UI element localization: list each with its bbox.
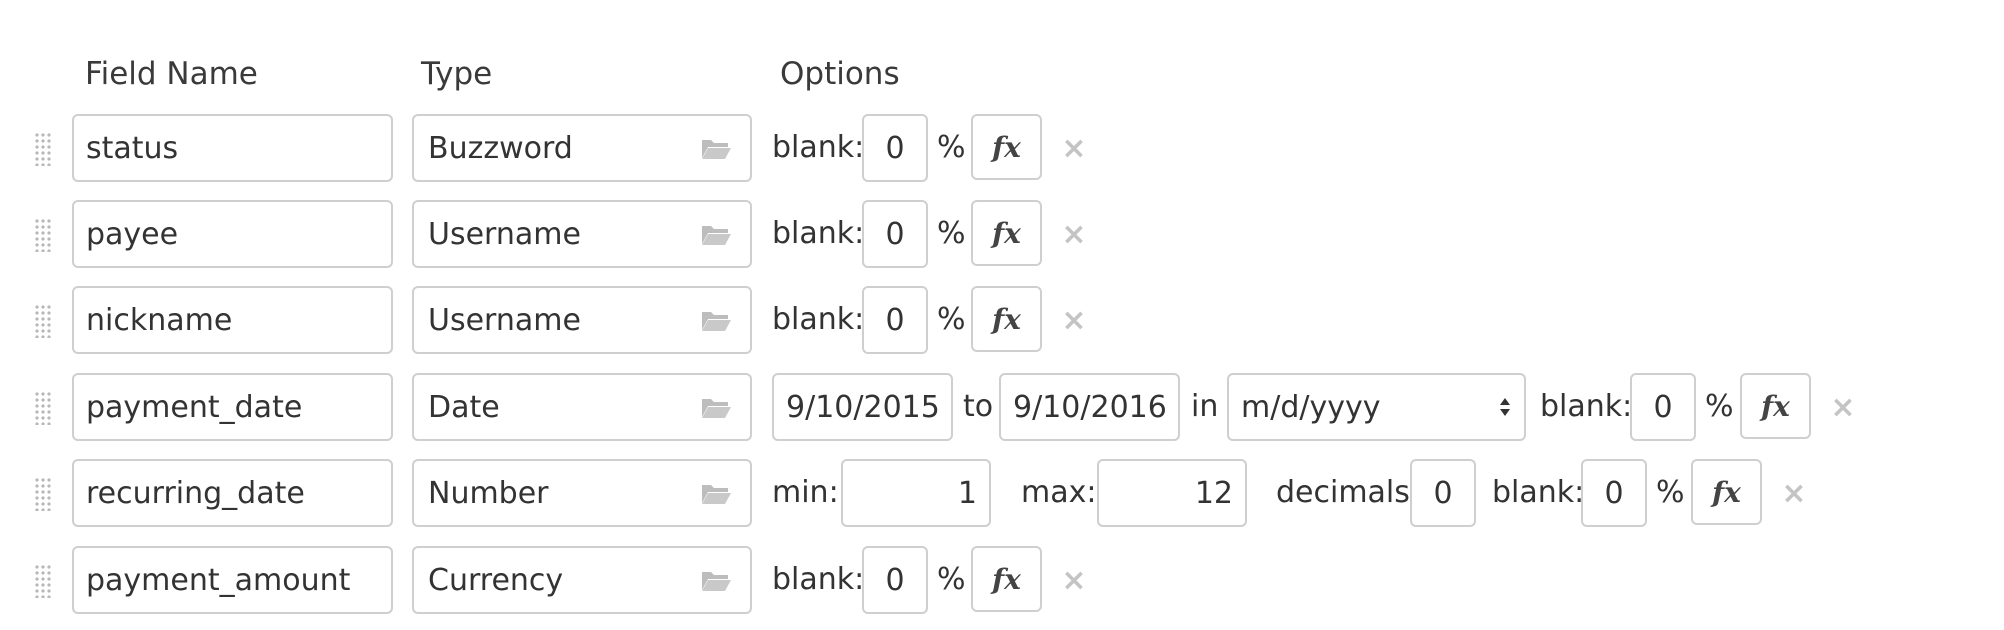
field-row: Date to in m/d/yyyy blank: % fx ×: [0, 373, 2004, 441]
drag-handle-icon[interactable]: [34, 132, 52, 166]
field-name-input[interactable]: [72, 114, 393, 182]
options-header: Options: [780, 56, 900, 92]
formula-button[interactable]: fx: [971, 114, 1042, 180]
blank-label: blank:: [1540, 389, 1633, 424]
close-icon[interactable]: ×: [1059, 303, 1089, 338]
blank-percent-input[interactable]: [862, 200, 928, 268]
folder-open-icon: [702, 399, 731, 418]
type-label: Username: [428, 302, 581, 338]
formula-button[interactable]: fx: [1740, 373, 1811, 439]
in-label: in: [1191, 389, 1219, 424]
type-label: Currency: [428, 562, 564, 598]
type-label: Username: [428, 216, 581, 252]
field-row: Username blank: % fx ×: [0, 200, 2004, 268]
decimals-input[interactable]: [1410, 459, 1476, 527]
field-row: Buzzword blank: % fx ×: [0, 114, 2004, 182]
type-selector[interactable]: Date: [412, 373, 752, 441]
field-name-input[interactable]: [72, 286, 393, 354]
percent-sign: %: [937, 130, 966, 165]
formula-button[interactable]: fx: [971, 200, 1042, 266]
close-icon[interactable]: ×: [1059, 563, 1089, 598]
folder-open-icon: [702, 485, 731, 504]
blank-percent-input[interactable]: [862, 114, 928, 182]
close-icon[interactable]: ×: [1828, 390, 1858, 425]
field-name-input[interactable]: [72, 373, 393, 441]
max-label: max:: [1021, 475, 1097, 510]
formula-button[interactable]: fx: [971, 286, 1042, 352]
decimals-label: decimals:: [1276, 475, 1421, 510]
date-format-value: m/d/yyyy: [1241, 389, 1381, 425]
blank-percent-input[interactable]: [1581, 459, 1647, 527]
blank-label: blank:: [772, 562, 865, 597]
field-name-input[interactable]: [72, 200, 393, 268]
field-name-input[interactable]: [72, 459, 393, 527]
drag-handle-icon[interactable]: [34, 564, 52, 598]
blank-label: blank:: [772, 130, 865, 165]
type-label: Date: [428, 389, 500, 425]
close-icon[interactable]: ×: [1779, 476, 1809, 511]
drag-handle-icon[interactable]: [34, 391, 52, 425]
drag-handle-icon[interactable]: [34, 477, 52, 511]
blank-label: blank:: [772, 302, 865, 337]
percent-sign: %: [937, 216, 966, 251]
max-value-input[interactable]: [1097, 459, 1247, 527]
date-format-select[interactable]: m/d/yyyy: [1227, 373, 1526, 441]
close-icon[interactable]: ×: [1059, 131, 1089, 166]
type-label: Buzzword: [428, 130, 573, 166]
field-name-input[interactable]: [72, 546, 393, 614]
to-date-input[interactable]: [999, 373, 1180, 441]
close-icon[interactable]: ×: [1059, 217, 1089, 252]
folder-open-icon: [702, 140, 731, 159]
type-selector[interactable]: Number: [412, 459, 752, 527]
percent-sign: %: [937, 562, 966, 597]
type-header: Type: [421, 56, 493, 92]
folder-open-icon: [702, 226, 731, 245]
min-label: min:: [772, 475, 839, 510]
blank-percent-input[interactable]: [1630, 373, 1696, 441]
folder-open-icon: [702, 312, 731, 331]
from-date-input[interactable]: [772, 373, 953, 441]
formula-button[interactable]: fx: [1691, 459, 1762, 525]
to-label: to: [963, 389, 994, 424]
type-label: Number: [428, 475, 549, 511]
type-selector[interactable]: Currency: [412, 546, 752, 614]
drag-handle-icon[interactable]: [34, 304, 52, 338]
chevron-updown-icon: [1500, 398, 1510, 416]
type-selector[interactable]: Username: [412, 200, 752, 268]
drag-handle-icon[interactable]: [34, 218, 52, 252]
field-row: Currency blank: % fx ×: [0, 546, 2004, 614]
type-selector[interactable]: Username: [412, 286, 752, 354]
blank-label: blank:: [1492, 475, 1585, 510]
percent-sign: %: [937, 302, 966, 337]
blank-percent-input[interactable]: [862, 546, 928, 614]
percent-sign: %: [1705, 389, 1734, 424]
percent-sign: %: [1656, 475, 1685, 510]
formula-button[interactable]: fx: [971, 546, 1042, 612]
field-row: Number min: max: decimals: blank: % fx ×: [0, 459, 2004, 527]
field-name-header: Field Name: [85, 56, 258, 92]
blank-percent-input[interactable]: [862, 286, 928, 354]
schema-field-editor: Field Name Type Options Buzzword blank: …: [0, 0, 2004, 630]
blank-label: blank:: [772, 216, 865, 251]
field-row: Username blank: % fx ×: [0, 286, 2004, 354]
folder-open-icon: [702, 572, 731, 591]
type-selector[interactable]: Buzzword: [412, 114, 752, 182]
min-value-input[interactable]: [841, 459, 991, 527]
